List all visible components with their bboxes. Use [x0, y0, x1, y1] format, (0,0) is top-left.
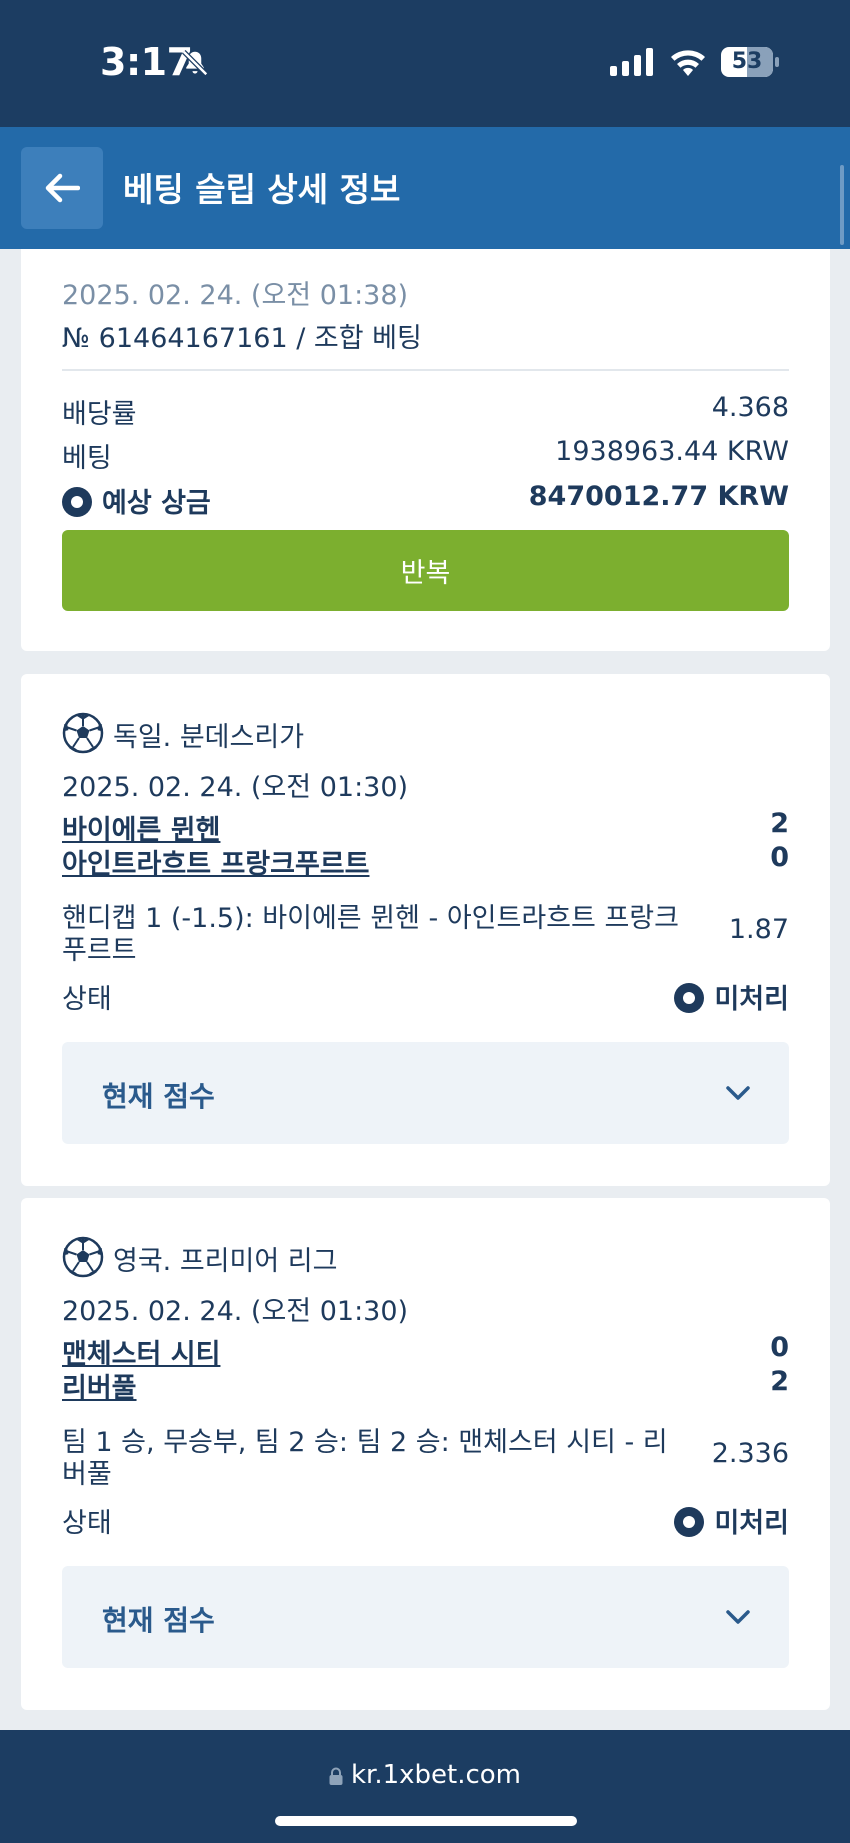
soccer-ball-icon — [62, 712, 104, 754]
team-1-score: 0 — [770, 1332, 789, 1363]
status-label: 상태 — [62, 984, 112, 1015]
odds-value: 4.368 — [711, 392, 789, 423]
current-score-toggle[interactable]: 현재 점수 — [62, 1566, 789, 1668]
page-title: 베팅 슬립 상세 정보 — [123, 170, 401, 209]
odds-label: 배당률 — [62, 399, 137, 430]
event-card: 독일. 분데스리가 2025. 02. 24. (오전 01:30) 바이에른 … — [21, 674, 830, 1186]
scrollbar[interactable] — [840, 165, 844, 245]
status-value-row: 미처리 — [674, 977, 789, 1016]
market-odds: 1.87 — [728, 914, 789, 945]
status-label: 상태 — [62, 1508, 112, 1539]
market-odds: 2.336 — [711, 1438, 789, 1469]
stake-value: 1938963.44 KRW — [555, 436, 789, 467]
status-bar: 3:17 53 — [0, 0, 850, 127]
team-2-link[interactable]: 리버풀 — [62, 1366, 137, 1405]
team-2-link[interactable]: 아인트라흐트 프랑크푸르트 — [62, 842, 369, 881]
back-button[interactable] — [21, 147, 103, 229]
team-2-score: 2 — [770, 1366, 789, 1397]
event-datetime: 2025. 02. 24. (오전 01:30) — [62, 772, 409, 803]
bet-summary-card: 2025. 02. 24. (오전 01:38) № 61464167161 /… — [21, 249, 830, 651]
bell-slash-icon — [181, 49, 209, 77]
payout-value: 8470012.77 KRW — [528, 481, 789, 512]
battery-level: 53 — [731, 49, 763, 74]
payout-label-row: 예상 상금 — [62, 481, 211, 520]
home-indicator[interactable] — [275, 1816, 577, 1826]
market-text-line-1: 팀 1 승, 무승부, 팀 2 승: 팀 2 승: 맨체스터 시티 - 리 — [62, 1427, 668, 1458]
back-arrow-icon — [45, 173, 80, 203]
header: 베팅 슬립 상세 정보 — [0, 127, 850, 249]
stake-label: 베팅 — [62, 443, 112, 474]
soccer-ball-icon — [62, 1236, 104, 1278]
bet-number: № 61464167161 / 조합 베팅 — [62, 323, 422, 354]
browser-url-bar: kr.1xbet.com — [0, 1730, 850, 1843]
league-name: 영국. 프리미어 리그 — [113, 1246, 338, 1277]
status-value: 미처리 — [714, 984, 789, 1015]
chevron-down-icon — [726, 1610, 750, 1624]
current-score-toggle[interactable]: 현재 점수 — [62, 1042, 789, 1144]
market-text-line-2: 버풀 — [62, 1459, 112, 1490]
team-1-score: 2 — [770, 808, 789, 839]
lock-icon — [329, 1767, 343, 1785]
divider — [62, 369, 789, 371]
payout-label: 예상 상금 — [102, 488, 211, 519]
radio-dot-icon — [674, 1507, 705, 1537]
current-score-label: 현재 점수 — [102, 1080, 215, 1113]
url-display[interactable]: kr.1xbet.com — [0, 1760, 850, 1790]
signal-icon — [610, 48, 653, 76]
market-text-line-1: 핸디캡 1 (-1.5): 바이에른 뮌헨 - 아인트라흐트 프랑크 — [62, 903, 679, 934]
chevron-down-icon — [726, 1086, 750, 1100]
status-value: 미처리 — [714, 1508, 789, 1539]
bet-datetime: 2025. 02. 24. (오전 01:38) — [62, 280, 409, 311]
battery-icon: 53 — [721, 47, 779, 77]
league-name: 독일. 분데스리가 — [113, 722, 305, 753]
team-2-score: 0 — [770, 842, 789, 873]
repeat-button[interactable]: 반복 — [62, 530, 789, 611]
radio-dot-icon — [62, 487, 92, 517]
radio-dot-icon — [674, 983, 705, 1013]
wifi-icon — [671, 50, 705, 76]
event-datetime: 2025. 02. 24. (오전 01:30) — [62, 1296, 409, 1327]
current-score-label: 현재 점수 — [102, 1604, 215, 1637]
event-card: 영국. 프리미어 리그 2025. 02. 24. (오전 01:30) 맨체스… — [21, 1198, 830, 1710]
url-text: kr.1xbet.com — [350, 1760, 522, 1790]
status-time: 3:17 — [100, 40, 193, 84]
market-text-line-2: 푸르트 — [62, 935, 137, 966]
status-value-row: 미처리 — [674, 1501, 789, 1540]
